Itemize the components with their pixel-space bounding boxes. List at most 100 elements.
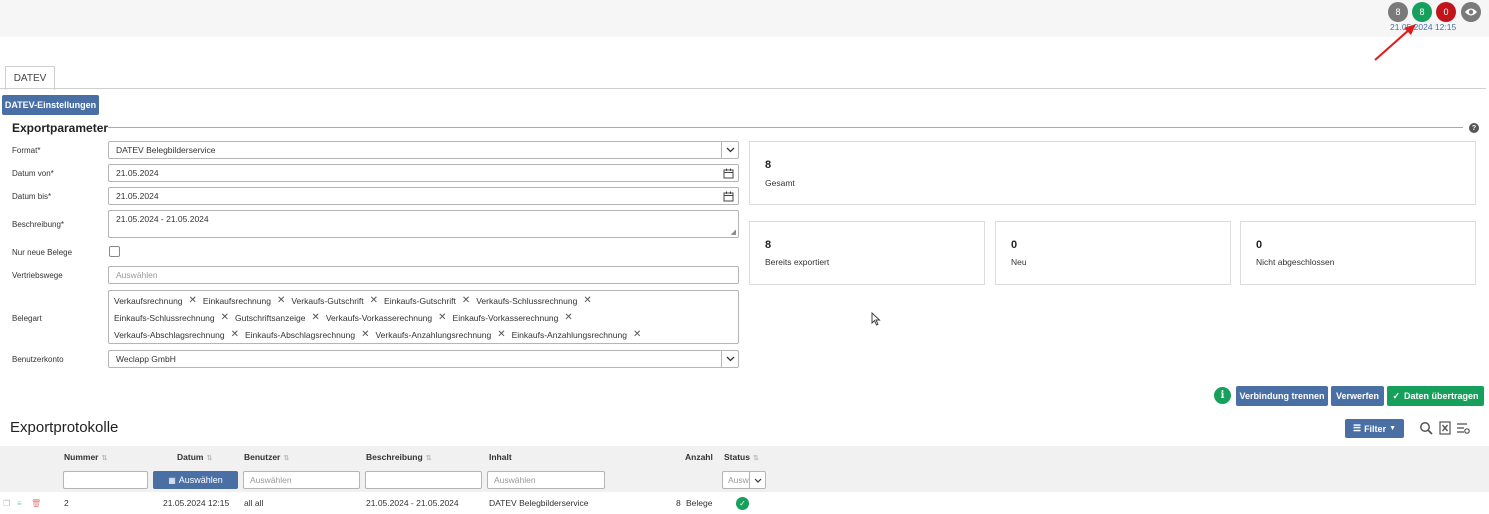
red-arrow-icon xyxy=(1374,24,1416,61)
verwerfen-button[interactable]: Verwerfen xyxy=(1331,386,1384,406)
row-anzahl-unit: Belege xyxy=(686,498,713,508)
col-inhalt: Inhalt xyxy=(489,452,512,462)
datum-von-input[interactable]: 21.05.2024 xyxy=(108,164,739,182)
search-icon[interactable] xyxy=(1419,421,1433,435)
help-icon[interactable]: ? xyxy=(1469,123,1479,133)
belegart-chip-label: Gutschriftsanzeige xyxy=(235,312,306,323)
belegart-chip-label: Einkaufs-Schlussrechnung xyxy=(114,312,215,323)
datum-bis-label: Datum bis* xyxy=(12,192,52,201)
belegart-chip: Einkaufs-Vorkasserechnung ✕ xyxy=(453,309,573,326)
belegart-chip: Einkaufs-Abschlagsrechnung ✕ xyxy=(245,326,369,343)
belegart-chip-label: Einkaufsrechnung xyxy=(202,295,271,306)
remove-chip-icon[interactable]: ✕ xyxy=(311,312,319,323)
belegart-chip-label: Einkaufs-Vorkasserechnung xyxy=(452,312,559,323)
badge-success[interactable]: 8 xyxy=(1412,2,1432,22)
nur-neue-belege-checkbox[interactable] xyxy=(109,246,120,257)
datum-von-value: 21.05.2024 xyxy=(116,168,159,178)
copy-icon[interactable]: ❐ xyxy=(3,499,10,508)
col-benutzer[interactable]: Benutzer ⇅ xyxy=(244,452,289,462)
remove-chip-icon[interactable]: ✕ xyxy=(497,329,505,340)
chevron-down-icon[interactable] xyxy=(721,351,738,367)
remove-chip-icon[interactable]: ✕ xyxy=(361,329,369,340)
info-icon[interactable]: i xyxy=(1214,387,1231,404)
belegart-chip: Verkaufs-Anzahlungsrechnung ✕ xyxy=(375,326,505,343)
tab-datev[interactable]: DATEV xyxy=(5,66,55,90)
filter-icon: ☰ xyxy=(1352,423,1362,433)
beschreibung-filter-input[interactable] xyxy=(365,471,482,489)
remove-chip-icon[interactable]: ✕ xyxy=(438,312,446,323)
benutzerkonto-select[interactable]: Weclapp GmbH xyxy=(108,350,739,368)
calendar-icon[interactable] xyxy=(723,191,734,204)
format-select[interactable]: DATEV Belegbilderservice xyxy=(108,141,739,159)
col-beschreibung[interactable]: Beschreibung ⇅ xyxy=(366,452,432,462)
belegart-chip: Verkaufs-Gutschrift ✕ xyxy=(291,292,378,309)
benutzer-filter-select[interactable]: Auswählen xyxy=(243,471,360,489)
mouse-cursor-icon xyxy=(871,312,881,326)
belegart-chip-label: Verkaufs-Anzahlungsrechnung xyxy=(375,329,492,340)
status-success-icon: ✓ xyxy=(736,497,749,510)
belegart-chip: Verkaufs-Schlussrechnung ✕ xyxy=(476,292,592,309)
beschreibung-textarea[interactable]: 21.05.2024 - 21.05.2024 ◢ xyxy=(108,210,739,238)
trash-icon[interactable]: 🗑 xyxy=(31,499,41,508)
datum-bis-value: 21.05.2024 xyxy=(116,191,159,201)
status-filter-select[interactable]: Ausw xyxy=(722,471,766,489)
belegart-chip-label: Verkaufs-Vorkasserechnung xyxy=(325,312,433,323)
tab-divider xyxy=(0,88,1486,89)
col-datum[interactable]: Datum ⇅ xyxy=(177,452,212,462)
filter-button[interactable]: ☰ Filter ▼ xyxy=(1345,419,1404,438)
belegart-chip-label: Verkaufs-Schlussrechnung xyxy=(476,295,578,306)
remove-chip-icon[interactable]: ✕ xyxy=(221,312,229,323)
col-nummer[interactable]: Nummer ⇅ xyxy=(64,452,107,462)
belegart-chip: Einkaufs-Gutschrift ✕ xyxy=(384,292,470,309)
nur-neue-belege-label: Nur neue Belege xyxy=(12,248,73,257)
belegart-chip-label: Einkaufs-Anzahlungsrechnung xyxy=(511,329,627,340)
resize-handle-icon[interactable]: ◢ xyxy=(731,228,736,236)
chevron-down-icon[interactable] xyxy=(749,472,765,488)
remove-chip-icon[interactable]: ✕ xyxy=(564,312,572,323)
badge-total[interactable]: 8 xyxy=(1388,2,1408,22)
remove-chip-icon[interactable]: ✕ xyxy=(231,329,239,340)
format-label: Format* xyxy=(12,146,41,155)
beschreibung-label: Beschreibung* xyxy=(12,220,65,229)
col-status[interactable]: Status ⇅ xyxy=(724,452,759,462)
stat-neu-label: Neu xyxy=(1011,257,1027,267)
belegart-multiselect[interactable]: Verkaufsrechnung ✕ Einkaufsrechnung ✕ Verkau… xyxy=(108,290,739,344)
daten-uebertragen-button[interactable]: ✓ Daten übertragen xyxy=(1387,386,1484,406)
stat-gesamt-number: 8 xyxy=(765,159,772,171)
stat-card-exportiert: 8 Bereits exportiert xyxy=(749,221,985,285)
remove-chip-icon[interactable]: ✕ xyxy=(277,295,285,306)
datum-filter-button[interactable]: ▦ Auswählen xyxy=(153,471,238,489)
column-settings-icon[interactable] xyxy=(1456,421,1470,435)
eye-icon[interactable] xyxy=(1461,2,1481,22)
verbindung-trennen-button[interactable]: Verbindung trennen xyxy=(1236,386,1328,406)
remove-chip-icon[interactable]: ✕ xyxy=(462,295,470,306)
vertriebswege-select[interactable]: Auswählen xyxy=(108,266,739,284)
datev-settings-button[interactable]: DATEV-Einstellungen xyxy=(2,95,99,115)
badge-error[interactable]: 0 xyxy=(1436,2,1456,22)
calendar-icon: ▦ xyxy=(168,475,176,485)
belegart-chip: Verkaufs-Vorkasserechnung ✕ xyxy=(326,309,447,326)
remove-chip-icon[interactable]: ✕ xyxy=(370,295,378,306)
remove-chip-icon[interactable]: ✕ xyxy=(189,295,197,306)
remove-chip-icon[interactable]: ✕ xyxy=(633,329,641,340)
chevron-down-icon: ▼ xyxy=(1389,425,1397,432)
inhalt-filter-select[interactable]: Auswählen xyxy=(487,471,605,489)
belegart-label: Belegart xyxy=(12,314,42,323)
protokolle-title: Exportprotokolle xyxy=(10,419,119,436)
belegart-chip-label: Verkaufs-Gutschrift xyxy=(291,295,364,306)
list-icon[interactable]: ≡ xyxy=(17,499,22,508)
datum-bis-input[interactable]: 21.05.2024 xyxy=(108,187,739,205)
remove-chip-icon[interactable]: ✕ xyxy=(583,295,591,306)
calendar-icon[interactable] xyxy=(723,168,734,181)
row-datum: 21.05.2024 12:15 xyxy=(163,498,230,508)
belegart-chip: Einkaufsrechnung ✕ xyxy=(203,292,285,309)
stat-gesamt-label: Gesamt xyxy=(765,178,795,188)
row-inhalt: DATEV Belegbilderservice xyxy=(489,498,589,508)
stat-nicht-number: 0 xyxy=(1256,239,1263,251)
filter-label: Filter xyxy=(1364,423,1387,434)
row-benutzer: all all xyxy=(244,498,264,508)
benutzerkonto-value: Weclapp GmbH xyxy=(116,354,176,364)
nummer-filter-input[interactable] xyxy=(63,471,148,489)
chevron-down-icon[interactable] xyxy=(721,142,738,158)
excel-export-icon[interactable] xyxy=(1439,421,1451,435)
